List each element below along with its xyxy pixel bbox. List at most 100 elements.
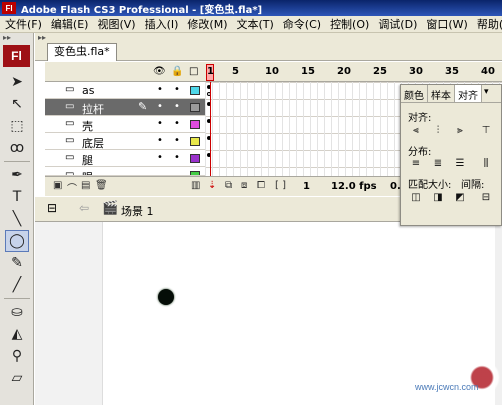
layer-name: 眼 [82, 169, 93, 175]
onion-skin-icon[interactable]: ⧉ [225, 180, 232, 191]
subselection-tool-icon[interactable]: ↖ [5, 93, 29, 115]
selection-tool-icon[interactable]: ➤ [5, 71, 29, 93]
lock-dot[interactable]: • [174, 101, 180, 112]
watermark-logo-graphic [452, 350, 502, 405]
tab-color[interactable]: 颜色 [401, 85, 428, 102]
distribute-top-icon[interactable]: ≡ [409, 157, 423, 170]
tools-panel: ▸▸ Fl ➤ ↖ ⬚ ꝏ ✒ T ╲ ◯ ✎ ╱ ⛀ ◭ ⚲ ▱ [0, 33, 34, 405]
delete-layer-icon[interactable]: 🗑 [95, 180, 108, 191]
add-motion-guide-icon[interactable]: ⌒ [67, 180, 77, 195]
pencil-icon: ✎ [138, 100, 148, 113]
watermark-text: www.jcwcn.com [415, 382, 479, 392]
align-panel: 颜色 样本 对齐 ▾ 对齐: ⫷ ⫶ ⫸ ⊤ 分布: ≡ ≣ ☰ ⫼ 匹配大小:… [400, 84, 502, 226]
lock-dot[interactable]: • [174, 135, 180, 146]
new-layer-icon[interactable]: ▣ [53, 180, 62, 191]
pen-tool-icon[interactable]: ✒ [5, 164, 29, 186]
modify-markers-icon[interactable]: [ ] [275, 180, 286, 191]
visibility-dot[interactable]: • [157, 101, 163, 112]
lock-dot[interactable]: • [174, 118, 180, 129]
match-width-icon[interactable]: ◫ [409, 191, 423, 204]
menu-debug[interactable]: 调试(D) [373, 16, 421, 32]
flash-app-icon: Fl [2, 2, 16, 14]
document-tab[interactable]: 变色虫.fla* [47, 43, 117, 61]
lock-dot[interactable]: • [174, 152, 180, 163]
menu-file[interactable]: 文件(F) [0, 16, 46, 32]
layer-color-swatch[interactable] [190, 120, 200, 129]
layer-color-swatch[interactable] [190, 137, 200, 146]
menu-edit[interactable]: 编辑(E) [46, 16, 93, 32]
stage-area[interactable] [35, 222, 502, 405]
layer-row[interactable]: ▭ 眼 [45, 167, 205, 176]
pencil-tool-icon[interactable]: ✎ [5, 252, 29, 274]
current-frame: 1 [303, 181, 310, 192]
visibility-dot[interactable]: • [157, 152, 163, 163]
layer-icon: ▭ [65, 135, 75, 146]
distribute-vcenter-icon[interactable]: ≣ [431, 157, 445, 170]
layer-name: 拉杆 [82, 103, 104, 116]
eraser-tool-icon[interactable]: ▱ [5, 367, 29, 389]
onion-outlines-icon[interactable]: ⧈ [241, 180, 247, 191]
collapse-arrow-icon[interactable]: ▸▸ [35, 33, 46, 42]
layer-row[interactable]: ▭ 底层 • • [45, 133, 205, 150]
spacing-label: 间隔: [461, 180, 485, 191]
new-folder-icon[interactable]: ▤ [81, 180, 90, 191]
eyedropper-tool-icon[interactable]: ⚲ [5, 345, 29, 367]
free-transform-tool-icon[interactable]: ⬚ [5, 115, 29, 137]
layer-color-swatch[interactable] [190, 103, 200, 112]
layer-row[interactable]: ▭ 壳 • • [45, 116, 205, 133]
align-hcenter-icon[interactable]: ⫶ [431, 124, 445, 137]
title-bar: Fl Adobe Flash CS3 Professional - [变色虫.f… [0, 0, 502, 16]
scroll-left-icon[interactable]: ▥ [191, 180, 200, 191]
oval-tool-icon[interactable]: ◯ [5, 230, 29, 252]
distribute-left-icon[interactable]: ⫼ [479, 157, 493, 170]
align-top-icon[interactable]: ⊤ [479, 124, 493, 137]
tab-swatches[interactable]: 样本 [428, 85, 455, 102]
lock-icon[interactable]: 🔒 [171, 66, 183, 77]
panel-grip-icon[interactable]: ▸▸ [0, 33, 33, 43]
menu-commands[interactable]: 命令(C) [278, 16, 325, 32]
outline-icon[interactable]: □ [189, 66, 198, 77]
menu-control[interactable]: 控制(O) [325, 16, 373, 32]
layer-icon: ▭ [65, 101, 75, 112]
distribute-bottom-icon[interactable]: ☰ [453, 157, 467, 170]
back-arrow-icon[interactable]: ⇦ [79, 201, 89, 215]
paint-bucket-tool-icon[interactable]: ◭ [5, 323, 29, 345]
lasso-tool-icon[interactable]: ꝏ [5, 137, 29, 159]
visibility-dot[interactable]: • [157, 135, 163, 146]
align-left-icon[interactable]: ⫷ [409, 124, 423, 137]
frame-ruler[interactable]: 1 5 10 15 20 25 30 35 40 [205, 62, 502, 82]
menu-help[interactable]: 帮助(H) [472, 16, 502, 32]
eye-icon[interactable]: 👁 [153, 66, 166, 77]
ink-bottle-tool-icon[interactable]: ⛀ [5, 301, 29, 323]
layer-row-selected[interactable]: ▭ 拉杆 ✎ • • [45, 99, 205, 116]
edit-multiple-frames-icon[interactable]: ⧠ [257, 180, 265, 191]
menu-modify[interactable]: 修改(M) [182, 16, 231, 32]
line-tool-icon[interactable]: ╲ [5, 208, 29, 230]
black-ball-shape[interactable] [158, 289, 174, 305]
menu-window[interactable]: 窗口(W) [421, 16, 471, 32]
pasteboard [35, 222, 103, 405]
align-right-icon[interactable]: ⫸ [453, 124, 467, 137]
layer-color-swatch[interactable] [190, 154, 200, 163]
menu-text[interactable]: 文本(T) [231, 16, 277, 32]
timeline-toggle-icon[interactable]: ⊟ [47, 201, 67, 217]
menu-view[interactable]: 视图(V) [92, 16, 139, 32]
lock-dot[interactable]: • [174, 84, 180, 95]
scene-name: 场景 1 [121, 205, 154, 218]
panel-menu-icon[interactable]: ▾ [482, 85, 491, 102]
visibility-dot[interactable]: • [157, 118, 163, 129]
text-tool-icon[interactable]: T [5, 186, 29, 208]
distribute-label: 分布: [408, 147, 432, 158]
layer-row[interactable]: ▭ as • • [45, 82, 205, 99]
layer-row[interactable]: ▭ 腿 • • [45, 150, 205, 167]
match-height-icon[interactable]: ◨ [431, 191, 445, 204]
layer-icon: ▭ [65, 152, 75, 163]
layer-color-swatch[interactable] [190, 86, 200, 95]
center-frame-icon[interactable]: ⇣ [208, 180, 216, 191]
tab-align[interactable]: 对齐 [455, 85, 482, 102]
brush-tool-icon[interactable]: ╱ [5, 274, 29, 296]
match-both-icon[interactable]: ◩ [453, 191, 467, 204]
menu-insert[interactable]: 插入(I) [140, 16, 183, 32]
space-evenly-icon[interactable]: ⊟ [479, 191, 493, 204]
visibility-dot[interactable]: • [157, 84, 163, 95]
